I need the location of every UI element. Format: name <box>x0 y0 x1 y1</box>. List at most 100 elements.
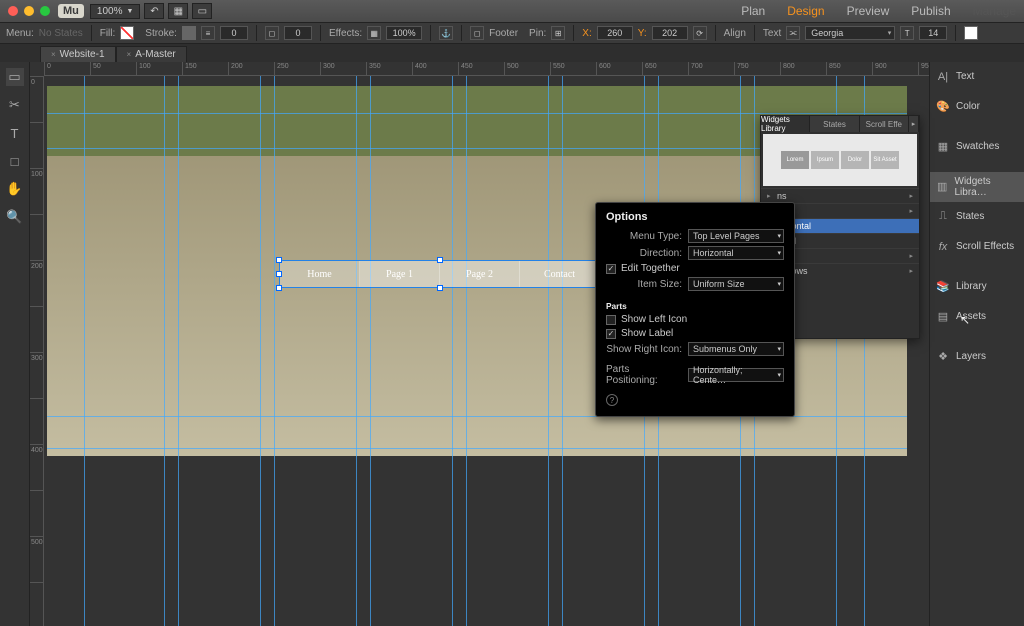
zoom-window-button[interactable] <box>40 6 50 16</box>
zoom-tool[interactable]: 🔍 <box>6 208 24 226</box>
direction-dropdown[interactable]: Horizontal <box>688 246 784 260</box>
opacity-input[interactable]: 100% <box>386 26 422 40</box>
resize-handle[interactable] <box>276 285 282 291</box>
dock-assets[interactable]: ▤Assets <box>930 302 1024 332</box>
panel-toggle-button[interactable]: ▭ <box>192 3 212 19</box>
close-window-button[interactable] <box>8 6 18 16</box>
item-size-dropdown[interactable]: Uniform Size <box>688 277 784 291</box>
show-left-icon-label: Show Left Icon <box>621 314 687 325</box>
show-right-icon-label: Show Right Icon: <box>606 344 682 355</box>
stroke-width-icon: ≡ <box>201 26 215 40</box>
resize-handle[interactable] <box>437 257 443 263</box>
help-icon[interactable]: ? <box>606 394 618 406</box>
pin-label: Pin: <box>529 28 546 39</box>
edit-together-checkbox[interactable]: ✓ <box>606 264 616 274</box>
dock-layers[interactable]: ❖Layers <box>930 342 1024 372</box>
effects-icon[interactable]: ▦ <box>367 26 381 40</box>
layers-icon: ❖ <box>936 350 950 363</box>
nav-item-page1[interactable]: Page 1 <box>360 261 440 287</box>
corner-radius-input[interactable]: 0 <box>284 26 312 40</box>
swatches-icon: ▦ <box>936 140 950 153</box>
chevron-down-icon: ▼ <box>126 8 133 15</box>
tab-a-master[interactable]: ×A-Master <box>116 46 187 62</box>
wl-tab-library[interactable]: Widgets Library <box>761 116 810 132</box>
close-icon[interactable]: × <box>127 50 132 59</box>
fill-swatch[interactable] <box>120 26 134 40</box>
menu-value[interactable]: No States <box>39 28 83 39</box>
footer-checkbox[interactable]: ◻ <box>470 26 484 40</box>
preview-btn: Lorem <box>781 151 809 169</box>
rotation-icon[interactable]: ⟳ <box>693 26 707 40</box>
stroke-swatch[interactable] <box>182 26 196 40</box>
stroke-label: Stroke: <box>145 28 177 39</box>
library-icon: 📚 <box>936 280 950 293</box>
dock-widgets-library[interactable]: ▥Widgets Libra… <box>930 172 1024 202</box>
mode-manage[interactable]: Manage <box>973 4 1016 18</box>
widget-options-flyout[interactable]: Options Menu Type:Top Level Pages Direct… <box>595 202 795 417</box>
anchor-icon[interactable]: ⚓ <box>439 26 453 40</box>
app-logo: Mu <box>58 4 84 18</box>
options-heading: Options <box>606 211 784 223</box>
zoom-level-dropdown[interactable]: 100%▼ <box>90 4 141 19</box>
font-size-input[interactable]: 14 <box>919 26 947 40</box>
window-controls <box>8 6 50 16</box>
close-icon[interactable]: × <box>51 50 56 59</box>
nav-item-page2[interactable]: Page 2 <box>440 261 520 287</box>
wl-panel-tabs: Widgets Library States Scroll Effe ▸ <box>761 116 919 132</box>
dock-text[interactable]: A|Text <box>930 62 1024 92</box>
text-icon: A| <box>936 71 950 83</box>
nav-item-home[interactable]: Home <box>280 261 360 287</box>
crop-tool[interactable]: ✂ <box>6 96 24 114</box>
pin-grid[interactable]: ⊞ <box>551 26 565 40</box>
wl-tab-scroll[interactable]: Scroll Effe <box>860 116 909 132</box>
nav-item-contact[interactable]: Contact <box>520 261 600 287</box>
dock-states[interactable]: ⎍States <box>930 202 1024 232</box>
show-label-checkbox[interactable]: ✓ <box>606 329 616 339</box>
view-toggle-button[interactable]: ▦ <box>168 3 188 19</box>
wl-item[interactable]: ns▸ <box>761 188 919 203</box>
font-family-dropdown[interactable]: Georgia <box>805 26 895 40</box>
resize-handle[interactable] <box>276 271 282 277</box>
parts-positioning-dropdown[interactable]: Horizontally; Cente… <box>688 368 784 382</box>
show-left-icon-checkbox[interactable] <box>606 315 616 325</box>
preview-btn: Dolor <box>841 151 869 169</box>
fx-icon: fx <box>936 241 950 253</box>
mode-plan[interactable]: Plan <box>741 4 765 18</box>
dock-scroll-effects[interactable]: fxScroll Effects <box>930 232 1024 262</box>
hyperlink-icon[interactable]: ⫘ <box>786 26 800 40</box>
horizontal-ruler: 0501001502002503003504004505005506006507… <box>44 62 929 76</box>
hand-tool[interactable]: ✋ <box>6 180 24 198</box>
x-input[interactable]: 260 <box>597 26 633 40</box>
text-color-swatch[interactable] <box>964 26 978 40</box>
stroke-width-input[interactable]: 0 <box>220 26 248 40</box>
menu-type-dropdown[interactable]: Top Level Pages <box>688 229 784 243</box>
fill-label: Fill: <box>100 28 116 39</box>
selection-tool[interactable]: ▭ <box>6 68 24 86</box>
rectangle-tool[interactable]: □ <box>6 152 24 170</box>
dock-color[interactable]: 🎨Color <box>930 92 1024 122</box>
tab-website-1[interactable]: ×Website-1 <box>40 46 116 62</box>
dock-library[interactable]: 📚Library <box>930 272 1024 302</box>
dock-swatches[interactable]: ▦Swatches <box>930 132 1024 162</box>
wl-tab-states[interactable]: States <box>810 116 859 132</box>
effects-label: Effects: <box>329 28 362 39</box>
y-input[interactable]: 202 <box>652 26 688 40</box>
wl-overflow-menu[interactable]: ▸ <box>909 116 919 132</box>
show-right-icon-dropdown[interactable]: Submenus Only <box>688 342 784 356</box>
item-size-label: Item Size: <box>638 279 682 290</box>
direction-label: Direction: <box>640 248 682 259</box>
mode-design[interactable]: Design <box>787 4 824 18</box>
resize-handle[interactable] <box>437 285 443 291</box>
minimize-window-button[interactable] <box>24 6 34 16</box>
corner-options-icon[interactable]: ◻ <box>265 26 279 40</box>
menu-widget-selected[interactable]: Home Page 1 Page 2 Contact ▶ <box>279 260 601 288</box>
align-label[interactable]: Align <box>724 28 746 39</box>
mode-preview[interactable]: Preview <box>847 4 890 18</box>
control-bar: Menu: No States Fill: Stroke: ≡ 0 ◻ 0 Ef… <box>0 22 1024 44</box>
show-label-label: Show Label <box>621 328 673 339</box>
window-titlebar: Mu 100%▼ ↶ ▦ ▭ Plan Design Preview Publi… <box>0 0 1024 22</box>
undo-button[interactable]: ↶ <box>144 3 164 19</box>
resize-handle[interactable] <box>276 257 282 263</box>
text-tool[interactable]: T <box>6 124 24 142</box>
mode-publish[interactable]: Publish <box>911 4 950 18</box>
